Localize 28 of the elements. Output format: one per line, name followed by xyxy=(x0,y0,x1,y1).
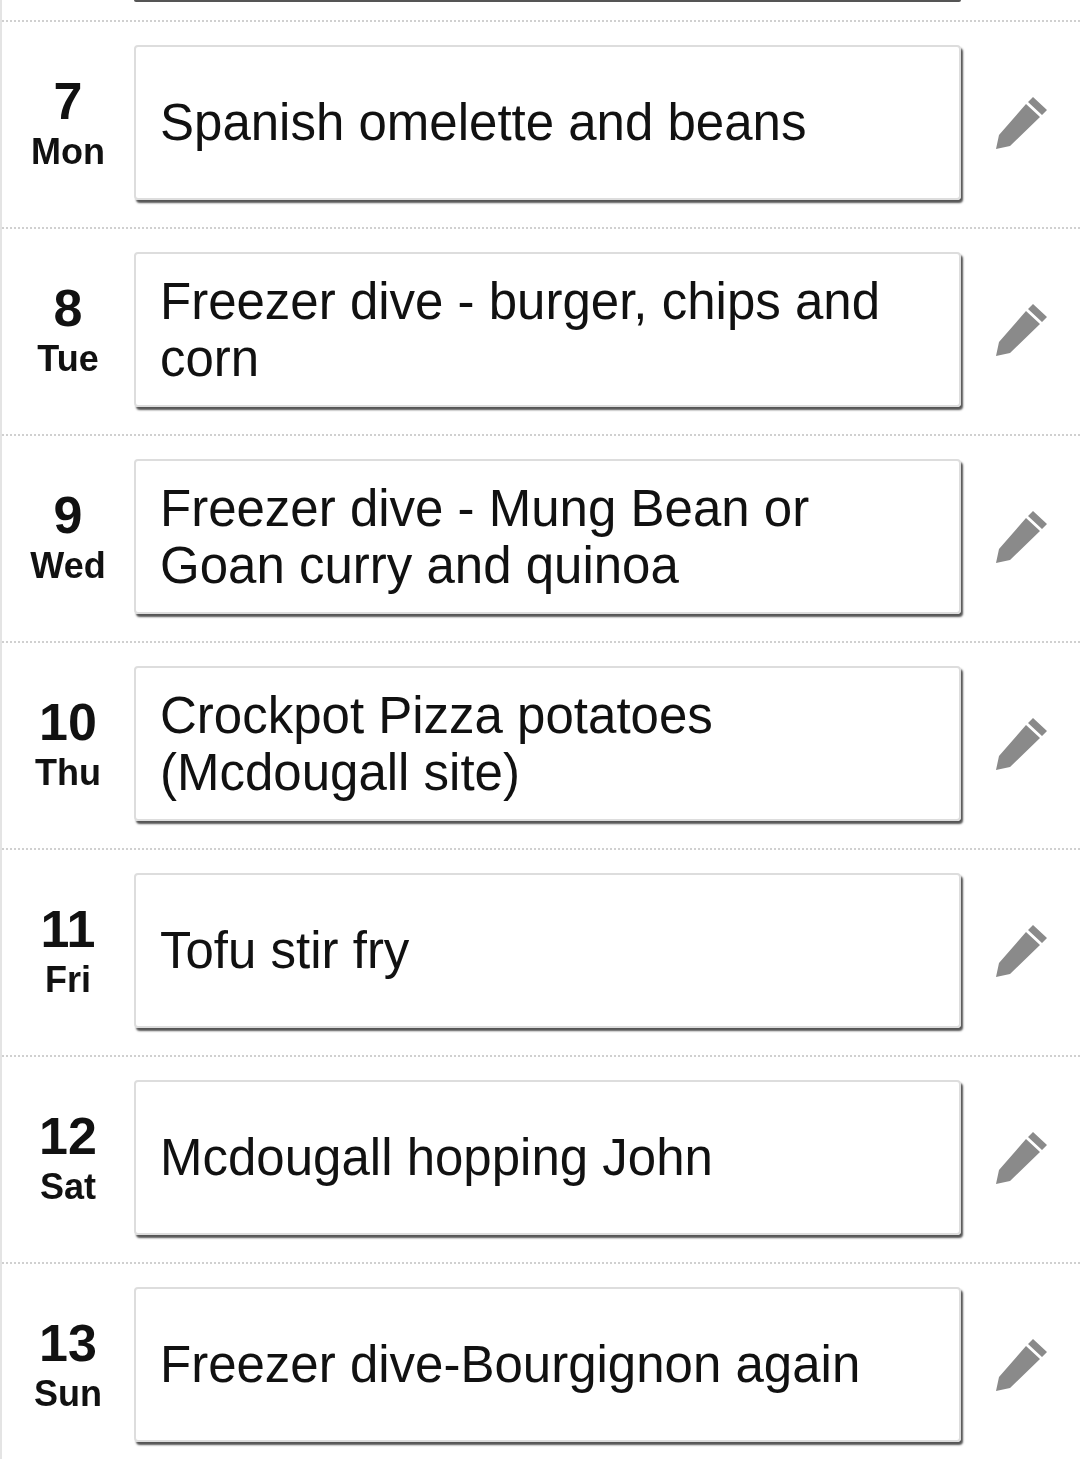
pencil-icon[interactable] xyxy=(993,715,1049,772)
day-number: 10 xyxy=(39,692,97,751)
pencil-icon[interactable] xyxy=(993,1129,1049,1186)
meal-text: Mcdougall hopping John xyxy=(160,1129,713,1186)
day-number: 9 xyxy=(53,485,83,544)
meal-text: Freezer dive-Bourgignon again xyxy=(160,1336,861,1393)
pencil-icon[interactable] xyxy=(993,1336,1049,1393)
weekday-label: Wed xyxy=(30,543,106,588)
day-number: 11 xyxy=(40,899,96,958)
weekday-label: Mon xyxy=(31,129,105,174)
meal-text: Tofu stir fry xyxy=(160,922,410,979)
weekday-label: Fri xyxy=(45,957,91,1002)
weekday-label: Sun xyxy=(34,1371,102,1416)
day-number: 12 xyxy=(39,1106,97,1165)
pencil-icon[interactable] xyxy=(993,922,1049,979)
meal-text: Crockpot Pizza potatoes (Mcdougall site) xyxy=(160,686,714,801)
weekday-label: Thu xyxy=(35,750,101,795)
meal-text: Spanish omelette and beans xyxy=(160,94,807,151)
day-number: 7 xyxy=(53,71,83,130)
weekday-label: Sat xyxy=(40,1164,96,1209)
meal-text: Freezer dive - burger, chips and corn xyxy=(160,272,882,387)
day-number: 13 xyxy=(39,1313,97,1372)
pencil-icon[interactable] xyxy=(993,301,1049,358)
weekday-label: Tue xyxy=(37,336,99,381)
pencil-icon[interactable] xyxy=(993,94,1049,151)
day-number: 8 xyxy=(53,278,83,337)
pencil-icon[interactable] xyxy=(993,508,1049,565)
meal-text: Freezer dive - Mung Bean or Goan curry and quinoa xyxy=(160,479,811,594)
